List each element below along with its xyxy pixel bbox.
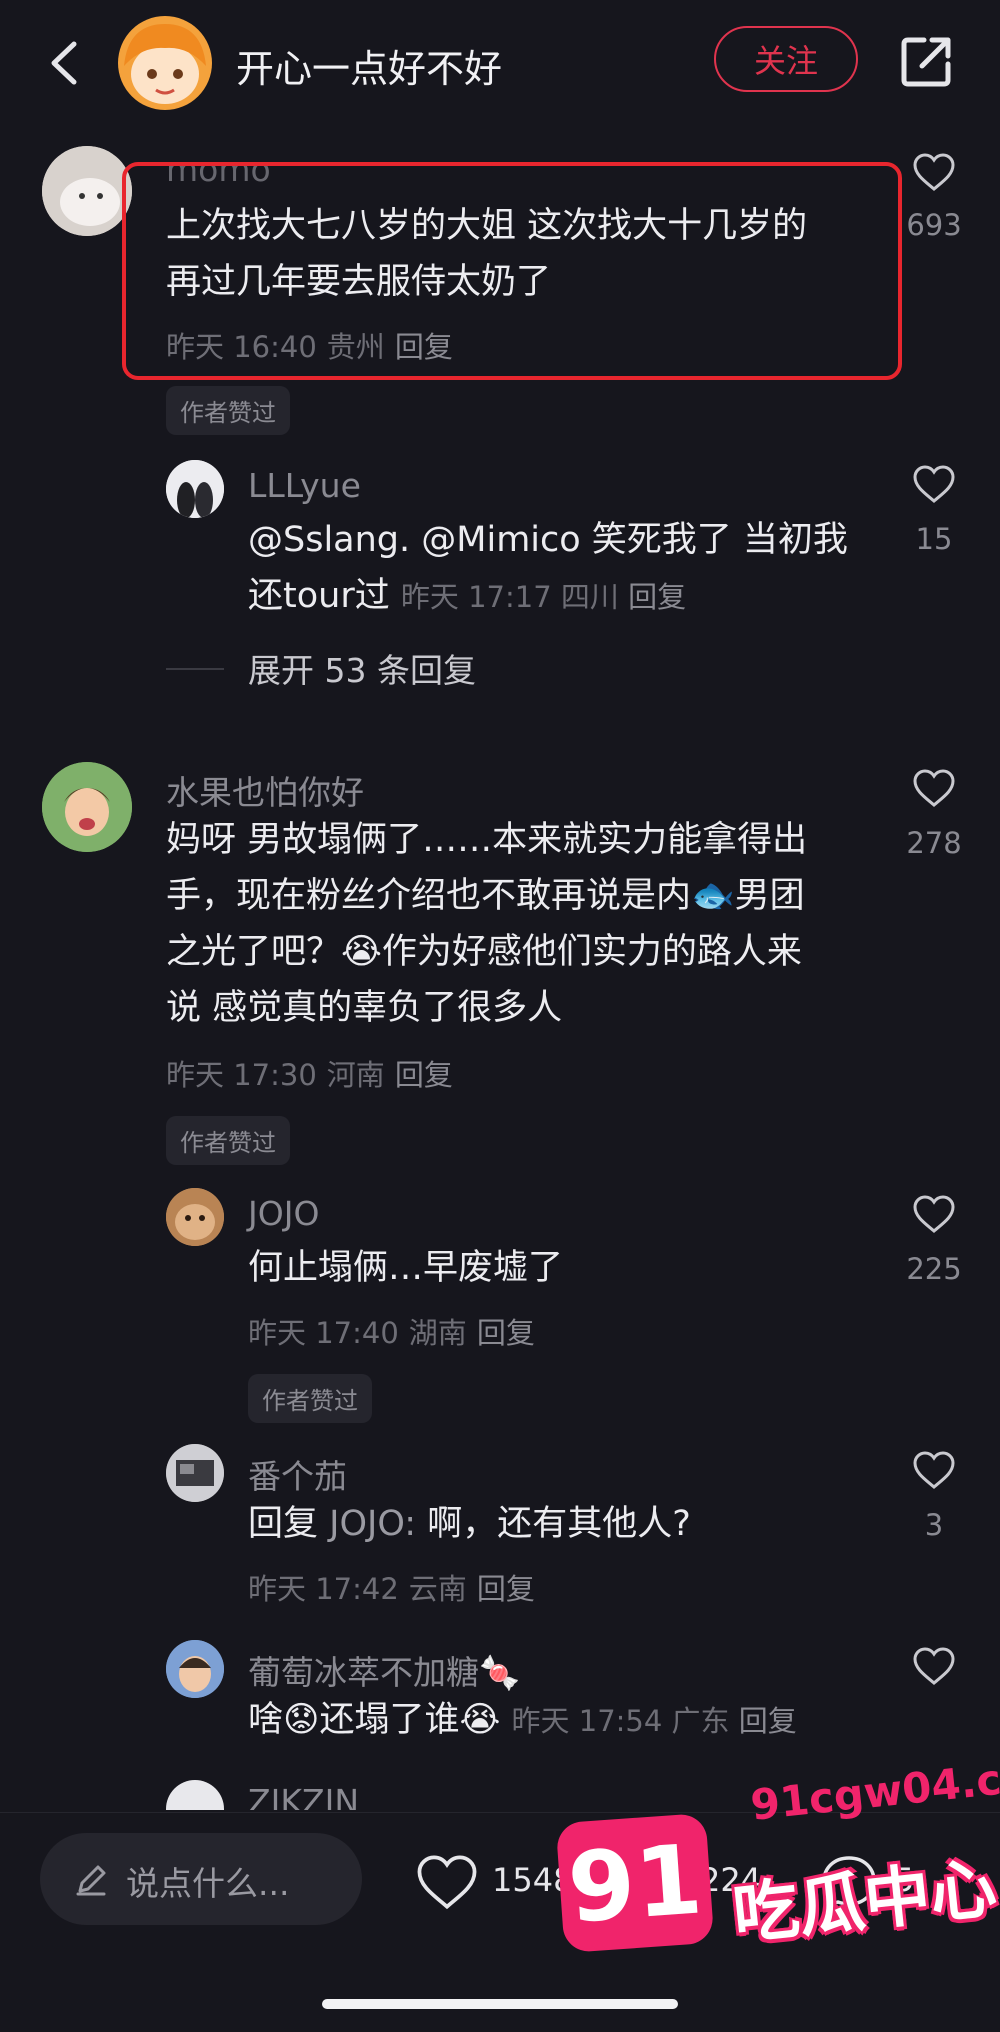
heart-icon[interactable]	[912, 1450, 956, 1490]
comment-username[interactable]: 水果也怕你好	[166, 766, 364, 814]
comment-meta: 昨天 17:30 河南 回复	[166, 1052, 463, 1094]
watermark-brand: 吃瓜中心	[729, 1849, 1000, 1954]
reply-button[interactable]: 回复	[477, 1572, 535, 1606]
comment-text: 啥😟还塌了谁😭 昨天 17:54 广东 回复	[248, 1700, 797, 1740]
avatar[interactable]	[166, 1780, 224, 1810]
avatar[interactable]	[42, 762, 132, 852]
comment-location: 贵州	[326, 330, 385, 364]
comment-username[interactable]: LLLyue	[248, 466, 361, 505]
watermark-domain: 91cgw04.com	[748, 1747, 1000, 1830]
comment-text: 妈呀 男故塌俩了……本来就实力能拿得出 手，现在粉丝介绍也不敢再说是内🐟男团 之…	[166, 820, 808, 1028]
divider	[166, 668, 224, 670]
comment-username[interactable]: 葡萄冰萃不加糖🍬	[248, 1646, 520, 1694]
comment-meta: 昨天 17:40 湖南 回复	[248, 1310, 545, 1352]
avatar[interactable]	[166, 1188, 224, 1246]
heart-icon[interactable]	[912, 152, 956, 192]
expand-replies-label[interactable]: 展开 53 条回复	[248, 644, 476, 692]
comment-time: 昨天 17:30	[166, 1058, 317, 1092]
page-title: 开心一点好不好	[236, 47, 503, 91]
comment-location: 河南	[326, 1058, 385, 1092]
comment-meta: 昨天 16:40 贵州 回复	[166, 324, 463, 366]
comment-username[interactable]: ZIKZIN	[248, 1782, 359, 1810]
share-icon[interactable]	[898, 34, 954, 90]
heart-icon[interactable]	[912, 1194, 956, 1234]
avatar[interactable]	[166, 460, 224, 518]
like-count: 3	[924, 1508, 944, 1542]
follow-button[interactable]: 关注	[714, 26, 858, 92]
reply-button[interactable]: 回复	[739, 1704, 797, 1738]
header: 开心一点好不好 关注	[0, 0, 1000, 130]
comment-input[interactable]: 说点什么...	[40, 1833, 362, 1925]
watermark-logo: 91	[555, 1812, 715, 1954]
avatar[interactable]	[166, 1640, 224, 1698]
reply-target[interactable]: JOJO:	[329, 1504, 416, 1544]
comment-input-placeholder: 说点什么...	[126, 1864, 290, 1903]
author-avatar[interactable]	[118, 16, 212, 110]
avatar[interactable]	[42, 146, 132, 236]
comment-time: 昨天 17:40	[248, 1316, 399, 1350]
comment-meta: 昨天 17:42 云南 回复	[248, 1566, 545, 1608]
comment-meta: 昨天 17:54 广东 回复	[511, 1704, 797, 1738]
reply-button[interactable]: 回复	[477, 1316, 535, 1350]
comment-text: 上次找大七八岁的大姐 这次找大十几岁的 再过几年要去服侍太奶了	[166, 206, 808, 302]
comment-username[interactable]: JOJO	[248, 1194, 319, 1233]
heart-icon[interactable]	[912, 464, 956, 504]
comment-location: 湖南	[408, 1316, 467, 1350]
comment-text: 何止塌俩…早废墟了	[248, 1248, 564, 1288]
pencil-icon	[76, 1865, 106, 1896]
author-liked-badge: 作者赞过	[166, 386, 290, 435]
avatar[interactable]	[166, 1444, 224, 1502]
like-count: 278	[906, 826, 962, 860]
watermark: 91cgw04.com 91 吃瓜中心	[555, 1747, 1000, 1960]
reply-button[interactable]: 回复	[395, 330, 453, 364]
reply-button[interactable]: 回复	[395, 1058, 453, 1092]
comment-location: 云南	[408, 1572, 467, 1606]
author-liked-badge: 作者赞过	[248, 1374, 372, 1423]
like-count: 15	[915, 522, 953, 556]
like-icon[interactable]	[414, 1853, 480, 1911]
comment-time: 昨天 16:40	[166, 330, 317, 364]
heart-icon[interactable]	[912, 768, 956, 808]
author-liked-badge: 作者赞过	[166, 1116, 290, 1165]
comment-meta: 昨天 17:17 四川 回复	[400, 580, 687, 614]
comment-username[interactable]: 番个茄	[248, 1450, 347, 1498]
comment-text: 回复 JOJO: 啊，还有其他人?	[248, 1504, 691, 1544]
like-count: 225	[906, 1252, 962, 1286]
comment-time: 昨天 17:42	[248, 1572, 399, 1606]
like-count: 693	[906, 208, 962, 242]
heart-icon[interactable]	[912, 1646, 956, 1686]
reply-button[interactable]: 回复	[628, 580, 686, 614]
watermark-logo-text: 91	[564, 1823, 706, 1945]
comment-text: @Sslang. @Mimico 笑死我了 当初我 还tour过 昨天 17:1…	[248, 520, 848, 616]
back-arrow-icon[interactable]	[44, 38, 84, 88]
home-indicator	[322, 1999, 678, 2009]
